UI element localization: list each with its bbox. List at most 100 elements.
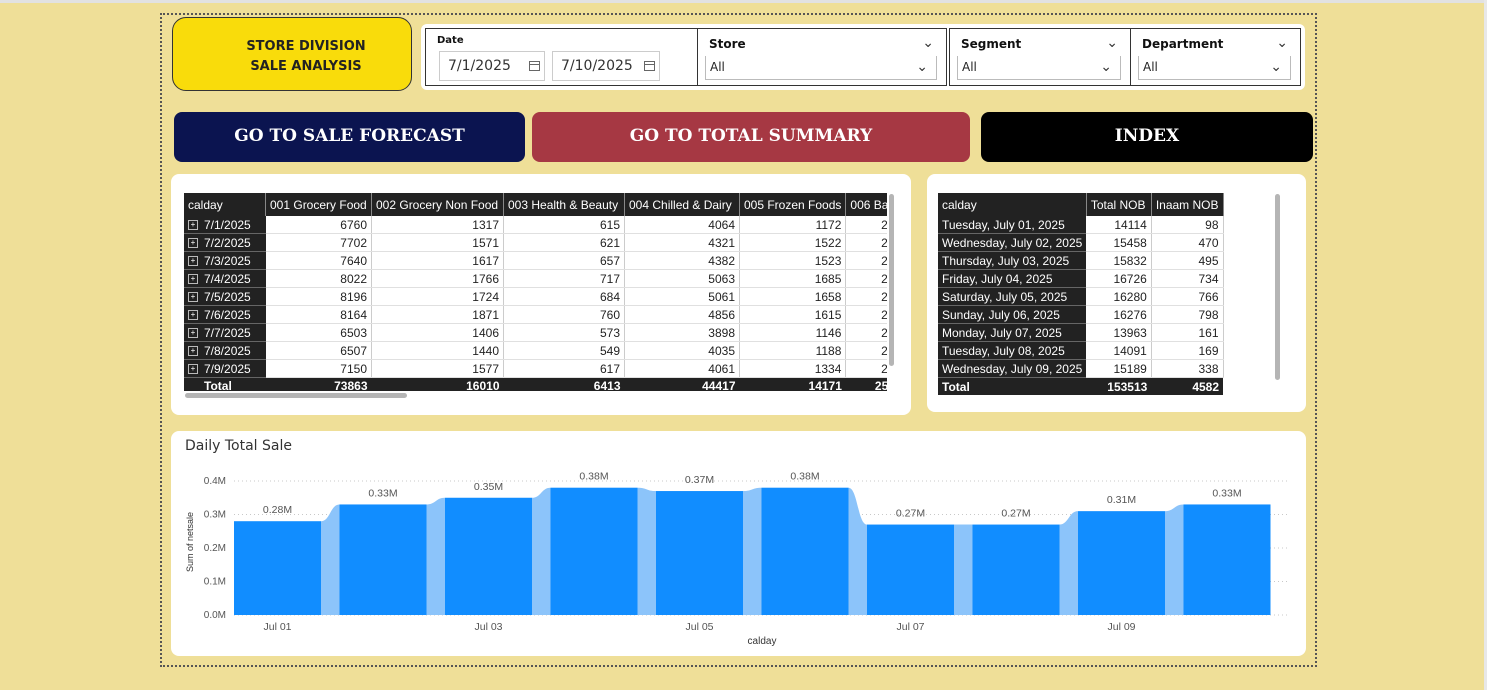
matrix-cell: 1523	[739, 251, 847, 270]
nob-row: Wednesday, July 02, 2025 15458 470	[938, 233, 1224, 252]
matrix-header-cell[interactable]: calday	[184, 193, 266, 216]
index-button[interactable]: INDEX	[981, 112, 1313, 162]
matrix-cell: 1146	[739, 323, 847, 342]
matrix-vertical-scrollbar[interactable]	[889, 194, 894, 366]
x-tick-label: Jul 01	[263, 621, 291, 633]
matrix-cell: 8196	[265, 287, 372, 306]
matrix-cell: 6760	[265, 216, 372, 234]
matrix-row: +7/1/2025676013176154064117222	[184, 216, 887, 234]
data-label: 0.33M	[368, 487, 397, 499]
matrix-header-cell[interactable]: 001 Grocery Food	[265, 193, 372, 216]
matrix-row-label: +7/6/2025	[184, 305, 266, 324]
matrix-header-cell[interactable]: 005 Frozen Foods	[739, 193, 847, 216]
expand-icon[interactable]: +	[188, 256, 198, 267]
go-to-total-summary-button[interactable]: GO TO TOTAL SUMMARY	[532, 112, 970, 162]
nob-table: calday Total NOB Inaam NOB Tuesday, July 0…	[938, 193, 1224, 395]
nob-vertical-scrollbar[interactable]	[1275, 194, 1280, 380]
matrix-row: +7/5/2025819617246845061165826	[184, 287, 887, 306]
expand-icon[interactable]: +	[188, 310, 198, 321]
store-dropdown[interactable]: All ⌄	[705, 56, 937, 80]
y-tick-label: 0.2M	[204, 543, 226, 554]
matrix-cell: 26	[845, 287, 887, 306]
segment-dropdown[interactable]: All ⌄	[957, 56, 1121, 80]
bar[interactable]	[339, 504, 427, 615]
nob-row: Tuesday, July 08, 2025 14091 169	[938, 341, 1224, 360]
department-dropdown-value: All	[1143, 60, 1158, 74]
matrix-cell: 6503	[265, 323, 372, 342]
expand-icon[interactable]: +	[188, 328, 198, 339]
chevron-down-icon[interactable]: ⌄	[922, 35, 934, 51]
expand-icon[interactable]: +	[188, 238, 198, 249]
matrix-row-date: 7/8/2025	[204, 343, 251, 358]
expand-icon[interactable]: +	[188, 292, 198, 303]
bar[interactable]	[1078, 511, 1165, 615]
bar[interactable]	[445, 497, 532, 615]
segment-dropdown-value: All	[962, 60, 977, 74]
data-label: 0.38M	[579, 471, 608, 483]
matrix-header-cell[interactable]: 006 Bak	[845, 193, 887, 216]
store-slicer-label: Store	[709, 37, 746, 51]
matrix-row-label: +7/9/2025	[184, 359, 266, 378]
matrix-row-date: 7/5/2025	[204, 289, 251, 304]
chevron-down-icon[interactable]: ⌄	[1276, 35, 1288, 51]
matrix-horizontal-scrollbar[interactable]	[185, 393, 407, 398]
matrix-total-cell: 73863	[265, 377, 372, 391]
bar[interactable]	[972, 524, 1060, 615]
chevron-down-icon[interactable]: ⌄	[1270, 56, 1282, 78]
matrix-row: +7/9/2025715015776174061133425	[184, 359, 887, 378]
matrix-row: +7/6/2025816418717604856161526	[184, 305, 887, 324]
calendar-icon[interactable]	[644, 61, 655, 71]
matrix-row-label: +7/8/2025	[184, 341, 266, 360]
matrix-cell: 1658	[739, 287, 847, 306]
chevron-down-icon[interactable]: ⌄	[1100, 56, 1112, 78]
date-slicer-label: Date	[437, 35, 464, 46]
ribbon	[532, 487, 551, 615]
matrix-cell: 617	[503, 359, 625, 378]
chevron-down-icon[interactable]: ⌄	[1106, 35, 1118, 51]
y-tick-label: 0.1M	[204, 577, 226, 588]
expand-icon[interactable]: +	[188, 274, 198, 285]
bar[interactable]	[656, 491, 743, 615]
calendar-icon[interactable]	[529, 61, 540, 71]
expand-icon[interactable]: +	[188, 220, 198, 231]
matrix-header-cell[interactable]: 002 Grocery Non Food	[371, 193, 504, 216]
bar[interactable]	[550, 487, 638, 615]
department-dropdown[interactable]: All ⌄	[1138, 56, 1291, 80]
ribbon	[954, 524, 973, 615]
matrix-header-cell[interactable]: 004 Chilled & Dairy	[624, 193, 740, 216]
date-from-input[interactable]: 7/1/2025	[439, 51, 545, 81]
matrix-cell: 1317	[371, 216, 504, 234]
ribbon	[637, 487, 656, 615]
expand-icon[interactable]: +	[188, 364, 198, 375]
nob-row-label: Thursday, July 03, 2025	[938, 251, 1087, 270]
matrix-cell: 1440	[371, 341, 504, 360]
expand-icon[interactable]: +	[188, 346, 198, 357]
go-to-sale-forecast-button[interactable]: GO TO SALE FORECAST	[174, 112, 525, 162]
nob-cell: 16726	[1086, 269, 1152, 288]
data-label: 0.27M	[1001, 508, 1030, 520]
nob-row: Friday, July 04, 2025 16726 734	[938, 269, 1224, 288]
nob-cell: 13963	[1086, 323, 1152, 342]
nob-header-cell[interactable]: Inaam NOB	[1151, 193, 1224, 216]
y-tick-label: 0.0M	[204, 610, 226, 621]
nob-header-cell[interactable]: calday	[938, 193, 1087, 216]
chevron-down-icon[interactable]: ⌄	[916, 56, 928, 78]
matrix-header-cell[interactable]: 003 Health & Beauty	[503, 193, 625, 216]
bar[interactable]	[761, 487, 849, 615]
bar[interactable]	[234, 521, 321, 615]
x-axis-label: calday	[748, 636, 777, 647]
matrix-row: +7/4/2025802217667175063168527	[184, 269, 887, 288]
bar[interactable]	[867, 524, 954, 615]
report-title-box: STORE DIVISION SALE ANALYSIS	[172, 17, 412, 91]
matrix-row: +7/3/2025764016176574382152326	[184, 251, 887, 270]
bar[interactable]	[1183, 504, 1271, 615]
date-to-input[interactable]: 7/10/2025	[552, 51, 660, 81]
nob-row-label: Monday, July 07, 2025	[938, 323, 1087, 342]
matrix-cell: 22	[845, 216, 887, 234]
category-sales-matrix: calday 001 Grocery Food 002 Grocery Non Fo…	[184, 193, 887, 391]
matrix-row-label: +7/1/2025	[184, 216, 266, 234]
nob-row: Tuesday, July 01, 2025 14114 98	[938, 216, 1224, 234]
matrix-total-label: Total	[184, 377, 266, 391]
nob-header-cell[interactable]: Total NOB	[1086, 193, 1152, 216]
matrix-cell: 1724	[371, 287, 504, 306]
